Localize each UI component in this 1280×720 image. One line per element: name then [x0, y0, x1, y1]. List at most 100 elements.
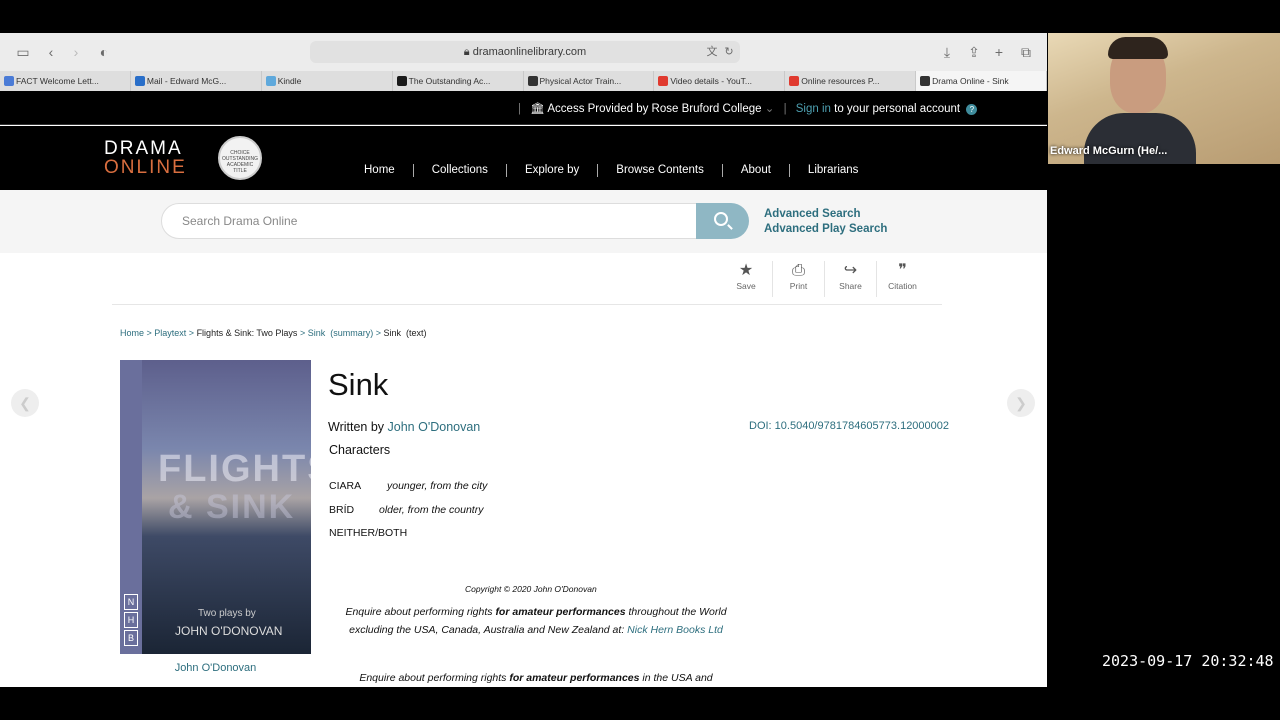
rights-text: Enquire about performing rights [345, 606, 496, 618]
person-hair [1108, 37, 1168, 59]
tab-label: Drama Online - Sink [932, 76, 1009, 86]
web-page: | 🏛︎ Access Provided by Rose Bruford Col… [0, 91, 1047, 687]
browser-tab[interactable]: Kindle [262, 71, 393, 91]
rights-emphasis: for amateur performances [509, 672, 640, 684]
breadcrumb-sink[interactable]: Sink [308, 328, 326, 338]
logo-line-1: DRAMA [104, 138, 183, 159]
lock-icon: 🔒︎ [463, 46, 470, 58]
nav-explore-by[interactable]: Explore by [505, 164, 597, 177]
page-title: Sink [328, 367, 389, 402]
action-toolbar: ★ Save ⎙ Print ↪ Share ❞ Citation [720, 261, 928, 297]
nav-about[interactable]: About [721, 164, 789, 177]
tab-bar: FACT Welcome Lett... Mail - Edward McG..… [0, 71, 1047, 91]
browser-tab[interactable]: FACT Welcome Lett... [0, 71, 131, 91]
publisher-logo: N H B [124, 594, 138, 648]
character-name: CIARA [329, 480, 362, 492]
nav-collections[interactable]: Collections [412, 164, 506, 177]
tab-label: Kindle [277, 76, 302, 86]
publisher-letter: B [124, 630, 138, 646]
logo-line-2: ONLINE [104, 157, 187, 178]
search-button[interactable] [696, 203, 749, 239]
favicon [4, 76, 14, 86]
main-nav: Home Collections Explore by Browse Conte… [346, 164, 876, 177]
divider: | [518, 103, 521, 115]
cover-author-link[interactable]: John O'Donovan [120, 662, 311, 674]
download-icon[interactable]: ⤓ [938, 43, 956, 61]
browser-tab[interactable]: The Outstanding Ac... [393, 71, 524, 91]
author-link[interactable]: John O'Donovan [388, 420, 481, 434]
doi-link[interactable]: DOI: 10.5040/9781784605773.12000002 [749, 420, 949, 432]
access-bar: | 🏛︎ Access Provided by Rose Bruford Col… [0, 91, 1047, 125]
forward-icon[interactable]: › [67, 43, 85, 61]
favicon [134, 76, 145, 86]
nav-librarians[interactable]: Librarians [788, 164, 877, 177]
browser-tab[interactable]: Online resources P... [785, 71, 917, 91]
breadcrumb-summary[interactable]: (summary) [330, 328, 373, 338]
institution-icon: 🏛︎ [530, 103, 545, 115]
url-text: dramaonlinelibrary.com [472, 46, 587, 58]
favicon [920, 76, 931, 86]
book-cover-image[interactable]: FLIGHTS & SINK N H B Two plays by JOHN O… [120, 360, 311, 654]
character-row: CIARA younger, from the city [329, 480, 487, 492]
nav-browse-contents[interactable]: Browse Contents [597, 164, 722, 177]
nick-hern-books-link[interactable]: Nick Hern Books Ltd [627, 624, 723, 636]
favicon [789, 76, 800, 86]
previous-arrow-icon[interactable]: ❮ [11, 389, 39, 417]
personal-account-text: to your personal account [834, 103, 961, 115]
cover-title-1: FLIGHTS [158, 448, 311, 490]
sign-in-link[interactable]: Sign in [796, 103, 831, 115]
share-button[interactable]: ↪ Share [824, 261, 876, 297]
character-description: younger, from the city [387, 480, 488, 492]
divider: | [783, 103, 787, 115]
search-icon [714, 212, 728, 226]
reload-icon[interactable]: ↻ [720, 43, 738, 61]
chevron-down-icon[interactable]: ⌄ [765, 103, 775, 115]
breadcrumb-separator: > [186, 328, 197, 338]
favicon [265, 76, 276, 86]
back-icon[interactable]: ‹ [42, 43, 60, 61]
tab-label: Mail - Edward McG... [146, 76, 227, 86]
choice-award-badge: CHOICE OUTSTANDING ACADEMIC TITLE [218, 136, 262, 180]
tab-label: The Outstanding Ac... [408, 76, 491, 86]
recording-timestamp: 2023-09-17 20:32:48 [1102, 652, 1274, 670]
browser-window: ▭ ‹ › ◐ ▤ 🔒︎ dramaonlinelibrary.com 文 ↻ … [0, 33, 1047, 687]
browser-tab[interactable]: Physical Actor Train... [524, 71, 655, 91]
search-input[interactable]: Search Drama Online [161, 203, 697, 239]
access-info: | 🏛︎ Access Provided by Rose Bruford Col… [512, 101, 978, 115]
favicon [396, 76, 407, 86]
favicon [658, 76, 669, 86]
browser-tab-active[interactable]: Drama Online - Sink [916, 71, 1047, 91]
nav-home[interactable]: Home [346, 164, 413, 177]
breadcrumb-playtext[interactable]: Playtext [154, 328, 186, 338]
shield-icon[interactable]: ◐ [95, 43, 113, 61]
address-bar[interactable]: 🔒︎ dramaonlinelibrary.com [310, 41, 740, 63]
breadcrumb-separator: > [373, 328, 384, 338]
browser-tab[interactable]: Mail - Edward McG... [131, 71, 262, 91]
print-button[interactable]: ⎙ Print [772, 261, 824, 297]
cover-subtitle: Two plays by [198, 608, 256, 619]
advanced-play-search-link[interactable]: Advanced Play Search [764, 222, 887, 237]
next-arrow-icon[interactable]: ❯ [1007, 389, 1035, 417]
character-name: NEITHER/BOTH [329, 527, 408, 539]
access-provided-text: Access Provided by Rose Bruford College [547, 103, 762, 115]
quote-icon: ❞ [898, 262, 907, 279]
character-name: BRÍD [329, 504, 355, 516]
tab-overview-icon[interactable]: ⧉ [1017, 43, 1035, 61]
share-label: Share [839, 281, 862, 291]
breadcrumb-book[interactable]: Flights & Sink: Two Plays [197, 328, 298, 338]
character-description: older, from the country [379, 504, 484, 516]
citation-button[interactable]: ❞ Citation [876, 261, 928, 297]
drama-online-logo[interactable]: DRAMA ONLINE [104, 139, 187, 177]
participant-name: Edward McGurn (He/... [1050, 145, 1168, 157]
save-button[interactable]: ★ Save [720, 261, 772, 297]
help-icon[interactable]: ? [966, 104, 978, 115]
share-icon[interactable]: ⇪ [965, 43, 983, 61]
browser-tab[interactable]: Video details - YouT... [654, 71, 786, 91]
character-row: BRÍD older, from the country [329, 504, 483, 516]
advanced-search-link[interactable]: Advanced Search [764, 207, 887, 222]
rights-paragraph: Enquire about performing rights for amat… [330, 669, 742, 687]
breadcrumb-home[interactable]: Home [120, 328, 144, 338]
translate-icon[interactable]: 文 [703, 43, 721, 61]
new-tab-icon[interactable]: + [990, 43, 1008, 61]
sidebar-icon[interactable]: ▭ [14, 43, 32, 61]
